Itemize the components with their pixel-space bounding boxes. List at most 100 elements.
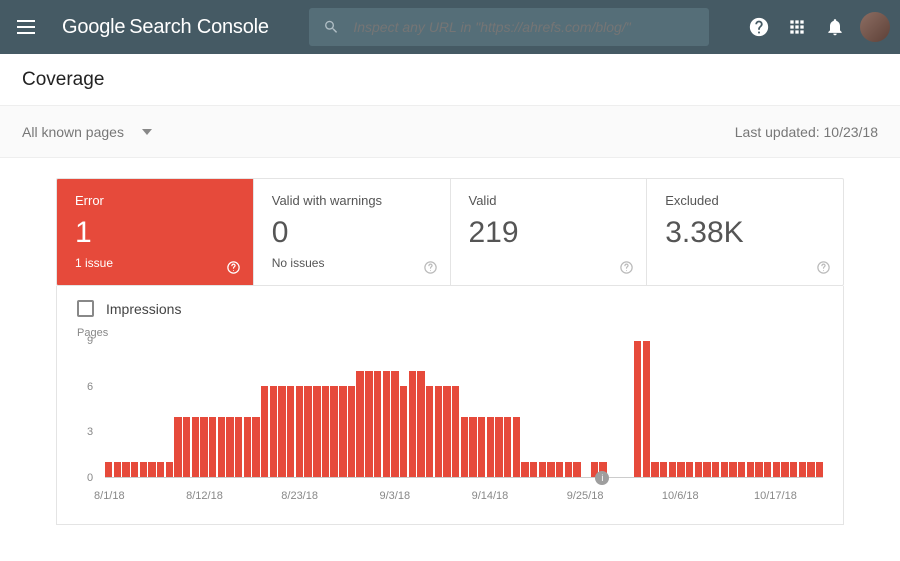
chart-bar [452, 386, 459, 477]
chart-bar [799, 462, 806, 477]
chart-bar [677, 462, 684, 477]
chart-bar [478, 417, 485, 477]
chart-bar [383, 371, 390, 477]
app-header: Google Search Console [0, 0, 900, 54]
chart-bar [643, 341, 650, 477]
impressions-toggle-row: Impressions [77, 300, 823, 317]
card-warnings[interactable]: Valid with warnings 0 No issues [253, 179, 450, 285]
x-tick: 8/23/18 [281, 490, 318, 502]
card-title: Error [75, 193, 235, 208]
chart-xaxis: 8/1/188/12/188/23/189/3/189/14/189/25/18… [105, 486, 823, 506]
help-icon[interactable] [816, 260, 831, 275]
logo-thin: Search Console [129, 16, 269, 39]
chart-bars [105, 341, 823, 477]
logo-bold: Google [62, 16, 125, 39]
last-updated-label: Last updated: 10/23/18 [735, 124, 878, 140]
chart-bar [140, 462, 147, 477]
chart-bar [209, 417, 216, 477]
card-valid[interactable]: Valid 219 [450, 179, 647, 285]
chart-bar [539, 462, 546, 477]
chart-bar [252, 417, 259, 477]
chart-bar [157, 462, 164, 477]
help-icon[interactable] [226, 260, 241, 275]
page-subheader: Coverage [0, 54, 900, 106]
chart-date-marker: i [595, 471, 609, 485]
apps-icon[interactable] [778, 8, 816, 46]
x-tick: 8/12/18 [186, 490, 223, 502]
chart-bar [686, 462, 693, 477]
summary-cards: Error 1 1 issue Valid with warnings 0 No… [56, 178, 844, 286]
chart-bar [651, 462, 658, 477]
card-error[interactable]: Error 1 1 issue [57, 179, 253, 285]
chart-bar [738, 462, 745, 477]
impressions-label: Impressions [106, 301, 181, 317]
chart-bar [391, 371, 398, 477]
chart-bar [747, 462, 754, 477]
chart-bar [773, 462, 780, 477]
impressions-checkbox[interactable] [77, 300, 94, 317]
chart-bar [521, 462, 528, 477]
chart-bar [426, 386, 433, 477]
search-input[interactable] [353, 19, 694, 35]
chart-bar [556, 462, 563, 477]
chart-bar [374, 371, 381, 477]
chart-bar [721, 462, 728, 477]
chart-bar [513, 417, 520, 477]
chart-bar [218, 417, 225, 477]
chart-bar [487, 417, 494, 477]
chart-bar [755, 462, 762, 477]
chart-bar [573, 462, 580, 477]
chart-bar [409, 371, 416, 477]
chart-bar [183, 417, 190, 477]
help-icon[interactable] [619, 260, 634, 275]
chart-bar [278, 386, 285, 477]
chart-bar [495, 417, 502, 477]
chart-bar [200, 417, 207, 477]
help-icon[interactable] [740, 8, 778, 46]
card-title: Excluded [665, 193, 825, 208]
chart-bar [270, 386, 277, 477]
chart-bar [530, 462, 537, 477]
chart-bar [790, 462, 797, 477]
chart-bar [226, 417, 233, 477]
x-tick: 9/14/18 [472, 490, 509, 502]
chart-plot [105, 341, 823, 478]
chart-bar [114, 462, 121, 477]
card-sub: 1 issue [75, 256, 235, 270]
chart-area: 0369 8/1/188/12/188/23/189/3/189/14/189/… [77, 341, 823, 506]
chart-bar [443, 386, 450, 477]
url-inspect-search[interactable] [309, 8, 709, 46]
chart-bar [660, 462, 667, 477]
chart-bar [166, 462, 173, 477]
chart-bar [729, 462, 736, 477]
card-excluded[interactable]: Excluded 3.38K [646, 179, 843, 285]
chart-bar [400, 386, 407, 477]
dropdown-label: All known pages [22, 124, 124, 140]
chart-bar [669, 462, 676, 477]
card-value: 219 [469, 216, 629, 250]
chart-bar [461, 417, 468, 477]
card-title: Valid with warnings [272, 193, 432, 208]
filter-bar: All known pages Last updated: 10/23/18 [0, 106, 900, 158]
chart-bar [348, 386, 355, 477]
help-icon[interactable] [423, 260, 438, 275]
notifications-icon[interactable] [816, 8, 854, 46]
search-icon [323, 18, 340, 36]
chart-bar [695, 462, 702, 477]
chart-bar [192, 417, 199, 477]
chart-bar [807, 462, 814, 477]
page-filter-dropdown[interactable]: All known pages [22, 124, 152, 140]
menu-icon[interactable] [14, 15, 38, 39]
x-tick: 10/17/18 [754, 490, 797, 502]
user-avatar[interactable] [860, 12, 890, 42]
chart-bar [435, 386, 442, 477]
chart-bar [504, 417, 511, 477]
card-sub: No issues [272, 256, 432, 270]
chart-bar [469, 417, 476, 477]
chart-bar [322, 386, 329, 477]
x-tick: 9/25/18 [567, 490, 604, 502]
chart-bar [330, 386, 337, 477]
chart-bar [712, 462, 719, 477]
chart-bar [244, 417, 251, 477]
chart-bar [304, 386, 311, 477]
